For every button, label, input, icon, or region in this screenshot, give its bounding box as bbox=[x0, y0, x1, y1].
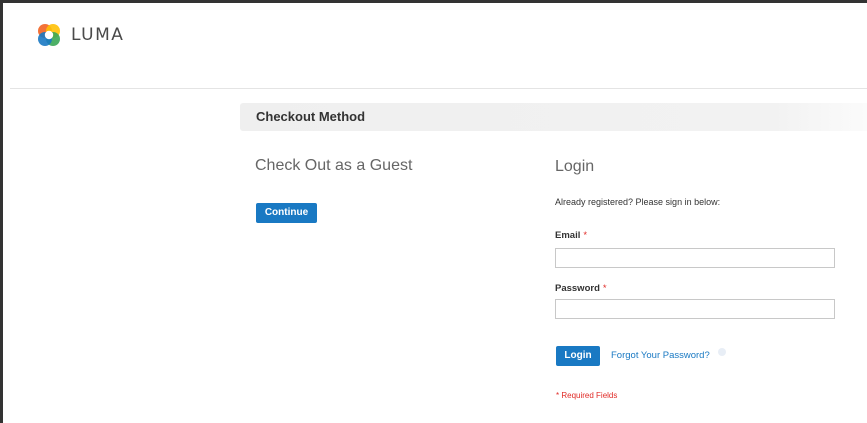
forgot-password-link[interactable]: Forgot Your Password? bbox=[611, 350, 710, 361]
guest-checkout-title: Check Out as a Guest bbox=[255, 157, 413, 174]
required-fields-note: * Required Fields bbox=[556, 391, 618, 400]
email-field[interactable] bbox=[555, 248, 835, 268]
password-label-text: Password bbox=[555, 283, 600, 294]
login-title: Login bbox=[555, 158, 595, 175]
email-label: Email * bbox=[555, 230, 587, 241]
header-divider bbox=[10, 88, 867, 89]
store-name: LUMA bbox=[71, 25, 125, 45]
forgot-link-decoration-icon bbox=[718, 348, 726, 356]
continue-button[interactable]: Continue bbox=[256, 203, 317, 223]
password-label: Password * bbox=[555, 283, 607, 294]
password-field[interactable] bbox=[555, 299, 835, 319]
luma-logo-icon bbox=[38, 24, 60, 46]
password-required-marker: * bbox=[602, 283, 607, 294]
login-instructions: Already registered? Please sign in below… bbox=[555, 197, 721, 207]
email-required-marker: * bbox=[583, 230, 588, 241]
checkout-method-title: Checkout Method bbox=[256, 109, 366, 124]
login-button[interactable]: Login bbox=[556, 346, 600, 366]
window-top-border bbox=[0, 0, 867, 3]
email-label-text: Email bbox=[555, 230, 581, 241]
store-logo[interactable]: LUMA bbox=[36, 22, 124, 48]
window-left-border bbox=[0, 0, 3, 423]
